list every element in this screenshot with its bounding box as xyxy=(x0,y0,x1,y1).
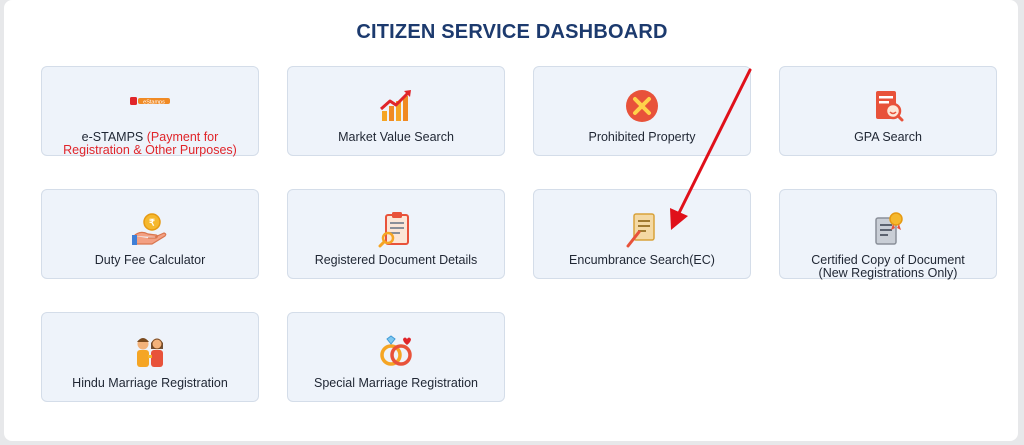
card-e-stamps[interactable]: eStamps e-STAMPS (Payment for Registrati… xyxy=(41,66,259,157)
card-prohibited-property[interactable]: Prohibited Property xyxy=(533,66,751,156)
card-hindu-marriage-registration[interactable]: Hindu Marriage Registration xyxy=(41,312,259,402)
card-registered-document-details[interactable]: Registered Document Details xyxy=(287,189,505,279)
card-label: Hindu Marriage Registration xyxy=(72,376,228,390)
bar-chart-growth-icon xyxy=(377,87,415,125)
card-label: e-STAMPS (Payment for Registration & Oth… xyxy=(63,130,237,157)
card-label: Prohibited Property xyxy=(588,130,696,144)
card-label: Certified Copy of Document (New Registra… xyxy=(811,253,965,280)
prohibited-x-icon xyxy=(623,87,661,125)
card-label: Duty Fee Calculator xyxy=(94,253,206,267)
card-gpa-search[interactable]: GPA Search xyxy=(779,66,997,156)
clipboard-search-icon xyxy=(377,210,415,248)
card-label: GPA Search xyxy=(854,130,922,144)
page-title: CITIZEN SERVICE DASHBOARD xyxy=(356,21,668,43)
svg-text:eStamps: eStamps xyxy=(143,99,165,105)
card-certified-copy-of-document[interactable]: Certified Copy of Document (New Registra… xyxy=(779,189,997,280)
estamps-logo-icon: eStamps xyxy=(130,97,170,105)
card-label: Encumbrance Search(EC) xyxy=(569,253,715,267)
document-pen-icon xyxy=(623,210,661,248)
document-search-icon xyxy=(869,87,907,125)
certificate-icon xyxy=(869,210,907,248)
hand-coin-icon: ₹ xyxy=(131,210,169,248)
svg-text:₹: ₹ xyxy=(149,218,155,228)
rings-icon xyxy=(377,333,415,371)
card-label: Market Value Search xyxy=(338,130,454,144)
card-duty-fee-calculator[interactable]: ₹ Duty Fee Calculator xyxy=(41,189,259,279)
card-label: Registered Document Details xyxy=(314,253,478,267)
card-special-marriage-registration[interactable]: Special Marriage Registration xyxy=(287,312,505,402)
couple-icon xyxy=(131,333,169,371)
card-encumbrance-search[interactable]: Encumbrance Search(EC) xyxy=(533,189,751,279)
card-label: Special Marriage Registration xyxy=(314,376,478,390)
card-market-value-search[interactable]: Market Value Search xyxy=(287,66,505,156)
